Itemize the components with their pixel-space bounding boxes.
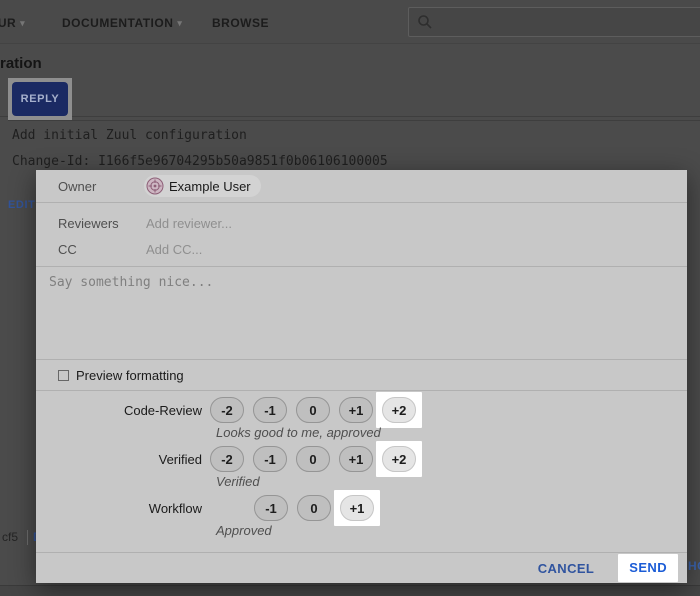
- avatar-icon: [146, 177, 164, 195]
- vote-options: -2 -1 0 +1 +2: [210, 446, 425, 472]
- nav-menu-fragment[interactable]: OUR▾: [0, 16, 25, 30]
- nav-documentation[interactable]: DOCUMENTATION▾: [62, 16, 182, 30]
- vote-verified-0-button[interactable]: 0: [296, 446, 330, 472]
- vote-code-review-+2-button[interactable]: +2: [382, 397, 416, 423]
- vote-code-review--2-button[interactable]: -2: [210, 397, 244, 423]
- comment-textarea[interactable]: Say something nice...: [36, 266, 687, 360]
- vote-verified-+2-button[interactable]: +2: [382, 446, 416, 472]
- dialog-divider: [36, 202, 687, 203]
- background-divider: [0, 116, 700, 117]
- vote-row-workflow: Workflow -1 0 +1: [36, 495, 687, 521]
- send-button[interactable]: SEND: [629, 560, 667, 575]
- page-footer-strip: [0, 585, 700, 596]
- owner-label: Owner: [58, 179, 96, 194]
- vote-description: Approved: [216, 523, 687, 538]
- vote-description: Looks good to me, approved: [216, 425, 687, 440]
- vote-highlight: +2: [376, 392, 422, 428]
- reply-button-highlight: REPLY: [8, 78, 72, 120]
- reviewers-label: Reviewers: [58, 216, 119, 231]
- reply-button[interactable]: REPLY: [12, 82, 68, 116]
- vote-highlight: +2: [376, 441, 422, 477]
- vote-label: Verified: [36, 452, 210, 467]
- cancel-button[interactable]: CANCEL: [538, 561, 595, 576]
- chevron-down-icon: ▾: [177, 18, 182, 28]
- preview-formatting-checkbox[interactable]: [58, 370, 69, 381]
- background-link-fragment[interactable]: HO: [688, 559, 700, 573]
- top-app-bar: OUR▾ DOCUMENTATION▾ BROWSE: [0, 0, 700, 44]
- cc-label: CC: [58, 242, 77, 257]
- vote-row-code-review: Code-Review-2 -1 0 +1 +2: [36, 397, 687, 423]
- vote-workflow-+1-button[interactable]: +1: [340, 495, 374, 521]
- commit-change-id: Change-Id: I166f5e96704295b50a9851f0b061…: [12, 154, 388, 169]
- vote-workflow-0-button[interactable]: 0: [297, 495, 331, 521]
- vote-options: -2 -1 0 +1 +2: [210, 397, 425, 423]
- vote-verified-+1-button[interactable]: +1: [339, 446, 373, 472]
- owner-chip[interactable]: Example User: [144, 175, 261, 197]
- nav-browse[interactable]: BROWSE: [212, 16, 269, 30]
- dialog-footer: CANCEL SEND: [36, 552, 687, 583]
- add-reviewer-input[interactable]: Add reviewer...: [146, 216, 232, 231]
- send-button-highlight: SEND: [618, 554, 678, 582]
- vote-workflow--1-button[interactable]: -1: [254, 495, 288, 521]
- commit-hash-fragment: cf5: [2, 530, 18, 544]
- edit-link[interactable]: EDIT: [8, 199, 35, 211]
- vertical-divider: [27, 530, 28, 545]
- vote-label: Workflow: [36, 501, 210, 516]
- reply-dialog: Owner Example User Reviewers Add reviewe…: [36, 170, 687, 583]
- vote-label: Code-Review: [36, 403, 210, 418]
- vote-verified--1-button[interactable]: -1: [253, 446, 287, 472]
- vote-row-verified: Verified-2 -1 0 +1 +2: [36, 446, 687, 472]
- owner-name: Example User: [169, 179, 251, 194]
- vote-code-review-+1-button[interactable]: +1: [339, 397, 373, 423]
- search-input[interactable]: [408, 7, 700, 37]
- vote-options: -1 0 +1: [254, 495, 383, 521]
- vote-verified--2-button[interactable]: -2: [210, 446, 244, 472]
- background-divider: [8, 120, 700, 121]
- preview-formatting-label: Preview formatting: [76, 368, 184, 383]
- vote-code-review-0-button[interactable]: 0: [296, 397, 330, 423]
- vote-rows: Code-Review-2-10+1+2Looks good to me, ap…: [36, 391, 687, 543]
- vote-code-review--1-button[interactable]: -1: [253, 397, 287, 423]
- page-title-fragment: ration: [0, 55, 42, 72]
- chevron-down-icon: ▾: [20, 18, 25, 28]
- vote-highlight: +1: [334, 490, 380, 526]
- search-icon: [417, 14, 433, 30]
- add-cc-input[interactable]: Add CC...: [146, 242, 202, 257]
- comment-placeholder: Say something nice...: [49, 275, 213, 290]
- vote-description: Verified: [216, 474, 687, 489]
- commit-subject: Add initial Zuul configuration: [12, 128, 247, 143]
